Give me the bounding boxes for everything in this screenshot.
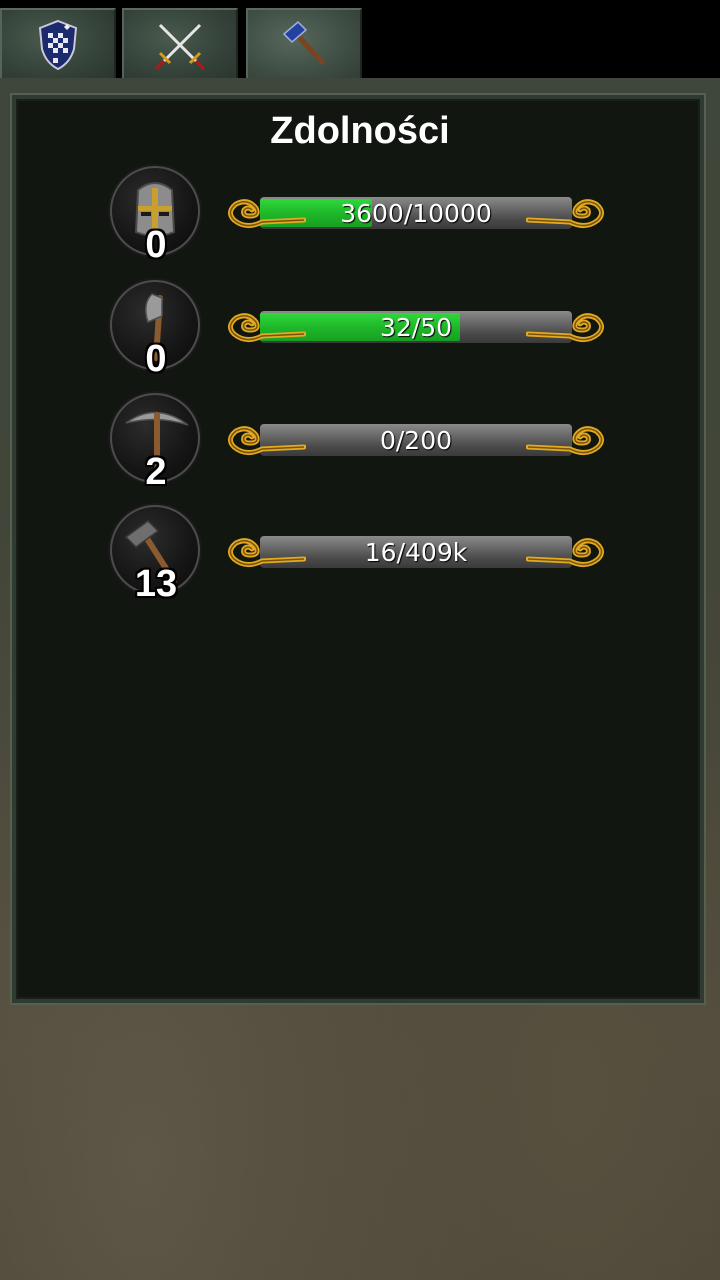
hammer-icon bbox=[282, 20, 325, 65]
shield-icon bbox=[38, 19, 78, 71]
tab-shield[interactable] bbox=[0, 8, 116, 80]
skill-row-mining: 2 0/200 bbox=[0, 393, 720, 493]
page-title: Zdolności bbox=[270, 110, 450, 152]
skill-progress-bar: 3600/10000 bbox=[226, 194, 606, 234]
skill-level: 0 bbox=[145, 338, 167, 380]
skill-progress-bar: 0/200 bbox=[226, 421, 606, 461]
skill-level: 13 bbox=[134, 563, 178, 605]
tab-bar bbox=[0, 0, 720, 82]
skill-progress-text: 0/200 bbox=[379, 426, 453, 455]
skill-row-woodcutting: 0 32/50 bbox=[0, 280, 720, 380]
skill-level: 0 bbox=[145, 224, 167, 266]
skill-progress-bar: 16/409k bbox=[226, 533, 606, 573]
skill-progress-text: 3600/10000 bbox=[340, 199, 492, 228]
tab-crossed-swords[interactable] bbox=[122, 8, 238, 80]
skill-progress-bar: 32/50 bbox=[226, 308, 606, 348]
skill-row-smithing: 13 16/409k bbox=[0, 505, 720, 605]
tab-crafting[interactable] bbox=[246, 8, 362, 82]
skill-progress-text: 32/50 bbox=[379, 313, 453, 342]
crossed-swords-icon bbox=[154, 23, 206, 71]
skill-level: 2 bbox=[145, 451, 167, 493]
skill-progress-text: 16/409k bbox=[364, 538, 468, 567]
skill-row-combat: 0 3600/10000 bbox=[0, 166, 720, 266]
